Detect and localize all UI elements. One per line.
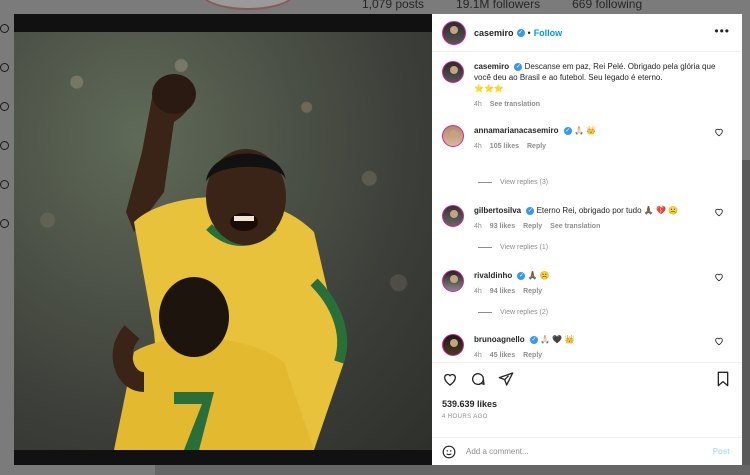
- bookmark-icon[interactable]: [716, 371, 730, 387]
- nav-icon[interactable]: [0, 102, 9, 111]
- verified-badge-icon: ✓: [529, 335, 538, 344]
- view-replies-label: View replies (3): [500, 179, 549, 186]
- comment-time: 4h: [474, 288, 482, 295]
- comment-likes[interactable]: 93 likes: [490, 221, 515, 232]
- profile-grid-edge: [741, 160, 750, 470]
- caption-username[interactable]: casemiro: [474, 62, 509, 71]
- verified-badge-icon: ✓: [516, 28, 525, 37]
- commenter-avatar[interactable]: [442, 205, 464, 227]
- nav-icon[interactable]: [0, 63, 9, 72]
- reply-button[interactable]: Reply: [527, 141, 546, 152]
- caption-time: 4h: [474, 101, 482, 108]
- reply-button[interactable]: Reply: [523, 350, 542, 361]
- followers-count: 19.1M followers: [456, 0, 541, 11]
- post-details-panel: casemiro ✓ • Follow ••• casemiro ✓ Desca…: [432, 14, 742, 465]
- author-avatar[interactable]: [442, 20, 466, 45]
- nav-icon[interactable]: [0, 141, 9, 150]
- view-replies-button[interactable]: View replies (1): [478, 244, 548, 251]
- comment-likes[interactable]: 45 likes: [490, 350, 515, 361]
- commenter-avatar[interactable]: [442, 270, 464, 292]
- commenter-avatar[interactable]: [442, 125, 464, 147]
- like-heart-icon[interactable]: [714, 207, 724, 217]
- comment-text: 🙏🏻 👑: [573, 126, 597, 135]
- verified-badge-icon: ✓: [517, 271, 526, 280]
- add-comment-input[interactable]: Add a comment...: [466, 447, 713, 456]
- see-translation-link[interactable]: See translation: [490, 99, 540, 110]
- caption-emoji: ⭐⭐⭐: [474, 84, 504, 93]
- like-heart-icon[interactable]: [714, 127, 724, 137]
- reply-button[interactable]: Reply: [523, 286, 542, 297]
- profile-grid-bottom: [155, 465, 750, 475]
- view-replies-button[interactable]: View replies (3): [478, 179, 548, 186]
- comment-likes[interactable]: 94 likes: [490, 286, 515, 297]
- post-header: casemiro ✓ • Follow •••: [432, 14, 742, 52]
- caption-text: Descanse em paz, Rei Pelé. Obrigado pela…: [474, 62, 716, 82]
- likes-count[interactable]: 539.639 likes: [442, 399, 497, 409]
- verified-badge-icon: ✓: [514, 62, 523, 71]
- verified-badge-icon: ✓: [526, 206, 535, 215]
- comment-username[interactable]: gilbertosilva: [474, 206, 521, 215]
- comment-username[interactable]: brunoagnello: [474, 335, 525, 344]
- reply-button[interactable]: Reply: [523, 221, 542, 232]
- comment-text: 🙏🏾 ☹️: [527, 271, 550, 280]
- comment-time: 4h: [474, 352, 482, 359]
- comments-list[interactable]: casemiro ✓ Descanse em paz, Rei Pelé. Ob…: [432, 52, 742, 362]
- author-username[interactable]: casemiro: [474, 28, 514, 38]
- comment-username[interactable]: rivaldinho: [474, 271, 512, 280]
- posts-count: 1,079 posts: [362, 0, 425, 11]
- more-options-icon[interactable]: •••: [714, 25, 730, 37]
- commenter-avatar[interactable]: [442, 334, 464, 356]
- comment-time: 4h: [474, 143, 482, 150]
- see-translation-link[interactable]: See translation: [550, 221, 600, 232]
- view-replies-button[interactable]: View replies (2): [478, 309, 548, 316]
- comment-username[interactable]: annamarianacasemiro: [474, 126, 559, 135]
- like-heart-icon[interactable]: [442, 371, 458, 387]
- nav-icon[interactable]: [0, 24, 9, 33]
- verified-badge-icon: ✓: [563, 126, 572, 135]
- profile-stats: 1,079 posts 19.1M followers 669 followin…: [362, 0, 642, 11]
- post-actions: 539.639 likes 4 HOURS AGO: [432, 362, 742, 437]
- profile-avatar: [198, 0, 298, 10]
- nav-icon[interactable]: [0, 180, 9, 189]
- view-replies-label: View replies (2): [500, 309, 549, 316]
- follow-button[interactable]: Follow: [534, 28, 563, 38]
- view-replies-label: View replies (1): [500, 244, 549, 251]
- add-comment-bar: Add a comment... Post: [432, 437, 742, 465]
- author-avatar[interactable]: [442, 61, 464, 83]
- nav-icon[interactable]: [0, 219, 9, 228]
- share-paper-plane-icon[interactable]: [498, 371, 514, 387]
- comment-likes[interactable]: 105 likes: [490, 141, 519, 152]
- comment-time: 4h: [474, 223, 482, 230]
- post-photo[interactable]: [14, 32, 432, 450]
- side-nav: [0, 24, 14, 284]
- post-image-panel: [14, 14, 432, 465]
- comment-bubble-icon[interactable]: [470, 371, 486, 387]
- following-count: 669 following: [572, 0, 643, 11]
- comment-text: 🙏🏻 🖤 👑: [540, 335, 575, 344]
- like-heart-icon[interactable]: [714, 336, 724, 346]
- like-heart-icon[interactable]: [714, 272, 724, 282]
- post-time: 4 HOURS AGO: [442, 414, 488, 420]
- post-comment-button[interactable]: Post: [713, 447, 730, 456]
- comment-text: Eterno Rei, obrigado por tudo 🙏🏾 💔 ☹️: [536, 206, 679, 215]
- separator: •: [527, 27, 531, 38]
- emoji-icon[interactable]: [442, 445, 456, 459]
